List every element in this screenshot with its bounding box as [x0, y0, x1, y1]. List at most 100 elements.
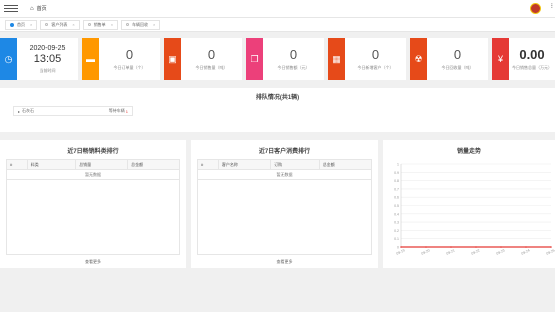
yen-icon: ¥ [492, 38, 509, 80]
tab-label: 客户列表 [51, 21, 68, 27]
top-bar: ⌂ 首页 ⁝ [0, 0, 555, 18]
tab-bar: 首页 × 客户列表 × 销售单 × 车辆回收 × [0, 18, 555, 32]
data-point [450, 246, 452, 248]
current-time: 13:05 [33, 52, 62, 65]
current-time-label: 当前时间 [39, 67, 56, 73]
tab-dot-icon [87, 23, 91, 26]
y-tick-label: 0.5 [394, 204, 399, 208]
y-tick-label: 0 [397, 246, 399, 250]
truck-icon: ▸ [18, 108, 21, 114]
new-customers-label: 今日新增客户（个） [357, 65, 394, 70]
recycle-today-card: ☢ 0 今日回收量（吨） [410, 38, 488, 80]
view-more-link[interactable]: 查看更多 [191, 259, 378, 265]
avatar[interactable] [530, 3, 541, 14]
sales-amount-card: ❐ 0 今日销售额（元） [246, 38, 324, 80]
queue-item[interactable]: ▸ 石灰石 等待车辆 1 [13, 106, 133, 116]
y-tick-label: 0.3 [394, 221, 399, 225]
tab-label: 销售单 [93, 21, 106, 27]
orders-today-label: 今日订单量（个） [113, 65, 146, 70]
empty-message: 暂无数据 [197, 169, 372, 180]
sales-amount-value: 0 [289, 47, 298, 62]
y-tick-label: 1 [397, 163, 399, 167]
y-tick-label: 0.9 [394, 171, 399, 175]
x-tick-label: 09-20 [421, 248, 431, 255]
new-customers-value: 0 [371, 47, 380, 62]
clock-icon: ◷ [0, 38, 17, 80]
tab-dot-icon [126, 23, 130, 26]
x-tick-label: 09-23 [496, 248, 506, 255]
customer-rank-title: 近7日客户消费排行 [258, 149, 311, 155]
tab-home[interactable]: 首页 × [5, 19, 38, 30]
column-header[interactable]: 订购 [270, 159, 320, 170]
queue-item-text: 等待车辆 [108, 108, 125, 113]
customer-rank-table: # 客户名称 订购 总金额 暂无数据 [197, 159, 373, 180]
orders-today-card: ▬ 0 今日订单量（个） [82, 38, 160, 80]
active-dot-icon [10, 22, 14, 27]
product-rank-table: # 料类 总销量 总金额 暂无数据 [6, 159, 180, 180]
sales-today-card: ▣ 0 今日销售量（吨） [164, 38, 242, 80]
clock-card: ◷ 2020-09-25 13:05 当前时间 [0, 38, 78, 80]
breadcrumb[interactable]: ⌂ 首页 [30, 5, 47, 13]
data-point [475, 246, 477, 248]
column-header[interactable]: # [6, 159, 28, 170]
sales-total-value: 0.00 [519, 47, 545, 62]
sales-trend-panel: 销量走势 0 0.1 0.2 0.3 0.4 0.5 0.6 0.7 0.8 0.9 1 09-19 0… [383, 140, 555, 268]
recycle-icon: ☢ [410, 38, 427, 80]
product-rank-title: 近7日畅销料类排行 [67, 149, 119, 155]
column-header[interactable]: # [197, 159, 219, 170]
product-rank-panel: 近7日畅销料类排行 # 料类 总销量 总金额 暂无数据 查看更多 [0, 140, 186, 268]
y-tick-label: 0.1 [394, 237, 399, 241]
tab-customer-list[interactable]: 客户列表 × [40, 19, 80, 30]
documents-icon: ❐ [246, 38, 263, 80]
data-point [425, 246, 427, 248]
recycle-today-label: 今日回收量（吨） [441, 65, 474, 70]
y-tick-label: 0.7 [394, 187, 399, 191]
tab-label: 首页 [17, 21, 25, 27]
customer-icon: ▦ [328, 38, 345, 80]
column-header[interactable]: 料类 [26, 159, 77, 170]
tab-vehicle-recycle[interactable]: 车辆回收 × [121, 19, 161, 30]
user-menu-icon[interactable]: ⁝ [551, 2, 553, 10]
queue-title: 排队情况(共1辆) [255, 95, 300, 101]
recycle-today-value: 0 [453, 47, 462, 62]
new-customers-card: ▦ 0 今日新增客户（个） [328, 38, 406, 80]
x-tick-label: 09-22 [471, 248, 481, 255]
data-point [550, 246, 552, 248]
y-tick-label: 0.6 [394, 196, 399, 200]
column-header[interactable]: 客户名称 [217, 159, 272, 170]
sales-amount-label: 今日销售额（元） [277, 65, 310, 70]
clipboard-icon: ▣ [164, 38, 181, 80]
queue-item-count: 1 [125, 108, 128, 114]
close-icon[interactable]: × [72, 22, 74, 27]
tab-dot-icon [45, 23, 49, 26]
data-point [400, 246, 402, 248]
column-header[interactable]: 总金额 [318, 159, 373, 170]
column-header[interactable]: 总销量 [75, 159, 129, 170]
data-point [525, 246, 527, 248]
breadcrumb-home-label: 首页 [36, 6, 47, 12]
close-icon[interactable]: × [111, 22, 113, 27]
x-tick-label: 09-24 [521, 248, 531, 255]
y-tick-label: 0.2 [394, 229, 399, 233]
sales-today-value: 0 [207, 47, 216, 62]
home-icon: ⌂ [30, 5, 34, 12]
column-header[interactable]: 总金额 [127, 159, 180, 170]
close-icon[interactable]: × [30, 22, 32, 27]
current-date: 2020-09-25 [29, 44, 66, 52]
tab-sales-order[interactable]: 销售单 × [82, 19, 119, 30]
view-more-link[interactable]: 查看更多 [0, 259, 186, 265]
y-tick-label: 0.4 [394, 212, 399, 216]
y-tick-label: 0.8 [394, 179, 399, 183]
close-icon[interactable]: × [153, 22, 155, 27]
menu-toggle-icon[interactable] [4, 3, 18, 14]
x-tick-label: 09-21 [446, 248, 456, 255]
tab-label: 车辆回收 [132, 21, 149, 27]
order-icon: ▬ [82, 38, 99, 80]
data-point [500, 246, 502, 248]
queue-item-label: 石灰石 [22, 108, 35, 113]
orders-today-value: 0 [125, 47, 134, 62]
sales-trend-chart: 00.10.20.30.40.50.60.70.80.9109-19 09-20 0… [394, 163, 555, 256]
sales-total-label: 今日销售总量（万元） [512, 65, 552, 70]
queue-panel: 排队情况(共1辆) ▸ 石灰石 等待车辆 1 [0, 88, 555, 132]
empty-message: 暂无数据 [6, 169, 180, 180]
